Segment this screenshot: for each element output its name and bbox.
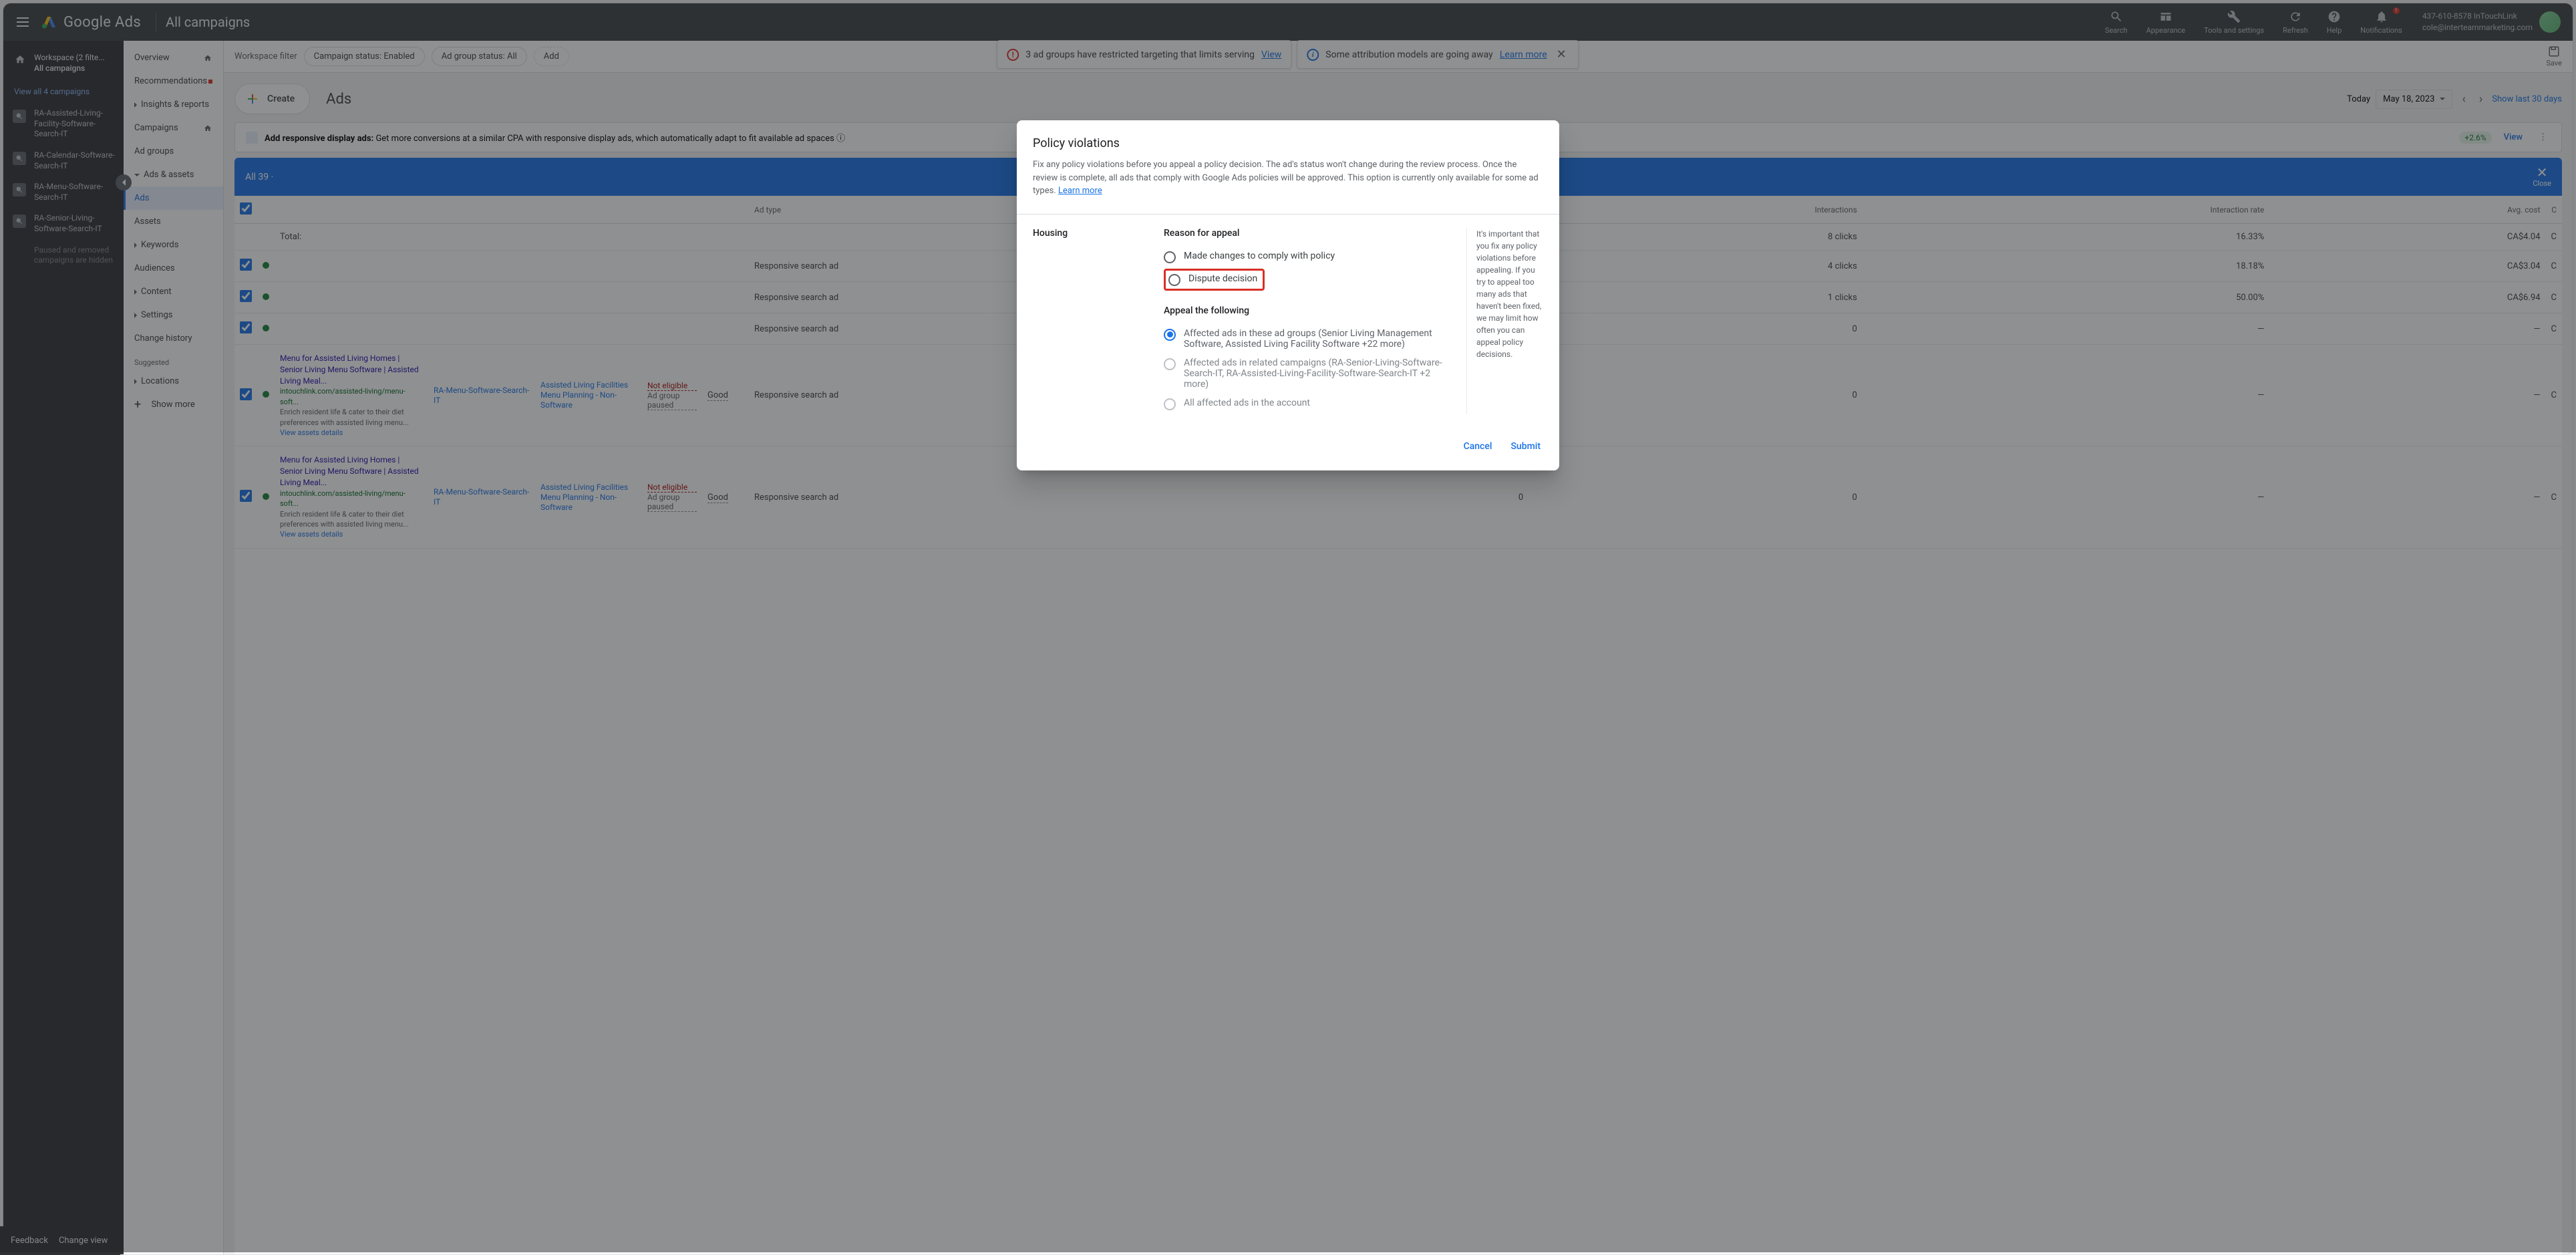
radio-checked-icon — [1164, 329, 1176, 341]
reason-section-label: Reason for appeal — [1164, 228, 1456, 239]
modal-overlay: Policy violations Fix any policy violati… — [0, 0, 2576, 1252]
reason-dispute-radio[interactable]: Dispute decision — [1168, 273, 1257, 286]
cancel-button[interactable]: Cancel — [1461, 436, 1495, 457]
appeal-ad-groups-radio[interactable]: Affected ads in these ad groups (Senior … — [1164, 324, 1456, 354]
appeal-campaigns-radio[interactable]: Affected ads in related campaigns (RA-Se… — [1164, 354, 1456, 394]
side-note: It's important that you fix any policy v… — [1466, 228, 1543, 414]
radio-icon — [1164, 398, 1176, 410]
radio-icon — [1164, 251, 1176, 263]
learn-more-link[interactable]: Learn more — [1058, 186, 1102, 196]
radio-icon — [1168, 274, 1180, 286]
radio-icon — [1164, 358, 1176, 370]
appeal-section-label: Appeal the following — [1164, 305, 1456, 316]
highlight-dispute-decision: Dispute decision — [1164, 269, 1265, 291]
policy-violations-dialog: Policy violations Fix any policy violati… — [1017, 120, 1559, 470]
dialog-title: Policy violations — [1033, 136, 1543, 150]
submit-button[interactable]: Submit — [1508, 436, 1543, 457]
dialog-description: Fix any policy violations before you app… — [1033, 160, 1539, 196]
reason-made-changes-radio[interactable]: Made changes to comply with policy — [1164, 247, 1456, 267]
appeal-all-radio[interactable]: All affected ads in the account — [1164, 394, 1456, 414]
violation-category: Housing — [1033, 228, 1153, 414]
